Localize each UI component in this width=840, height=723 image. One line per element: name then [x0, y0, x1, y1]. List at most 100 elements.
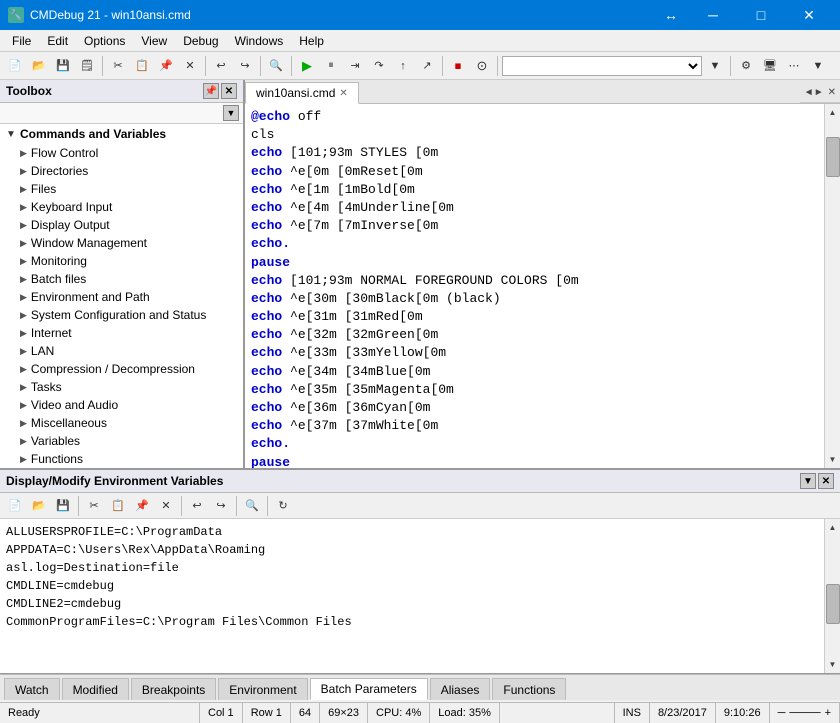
tree-child-variables[interactable]: ▶ Variables — [16, 432, 243, 450]
btab-aliases[interactable]: Aliases — [430, 678, 491, 700]
tree-child-tasks[interactable]: ▶ Tasks — [16, 378, 243, 396]
env-scroll-thumb[interactable] — [826, 584, 840, 624]
tree-child-miscellaneous[interactable]: ▶ Miscellaneous — [16, 414, 243, 432]
tree-child-internet[interactable]: ▶ Internet — [16, 324, 243, 342]
btab-watch[interactable]: Watch — [4, 678, 60, 700]
tree-child-environment-and-path[interactable]: ▶ Environment and Path — [16, 288, 243, 306]
toolbox-header: Toolbox 📌 ✕ — [0, 80, 243, 103]
tab-win10ansi[interactable]: win10ansi.cmd ✕ — [245, 82, 359, 104]
env-open-button[interactable]: 📂 — [28, 495, 50, 517]
env-scrollbar[interactable]: ▲ ▼ — [824, 519, 840, 673]
tree-child-files[interactable]: ▶ Files — [16, 180, 243, 198]
tree-child-window-management[interactable]: ▶ Window Management — [16, 234, 243, 252]
env-paste-button[interactable]: 📌 — [131, 495, 153, 517]
editor-scroll-right[interactable]: ► — [814, 87, 824, 98]
env-refresh-button[interactable]: ↻ — [272, 495, 294, 517]
tree-child-directories[interactable]: ▶ Directories — [16, 162, 243, 180]
trace-button[interactable]: ↗ — [416, 55, 438, 77]
delete-button[interactable]: ✕ — [179, 55, 201, 77]
env-new-button[interactable]: 📄 — [4, 495, 26, 517]
btab-breakpoints[interactable]: Breakpoints — [131, 678, 216, 700]
undo-button[interactable]: ↩ — [210, 55, 232, 77]
arrow-system-config: ▶ — [20, 310, 27, 321]
env-toolbar: 📄 📂 💾 ✂ 📋 📌 ✕ ↩ ↪ 🔍 ↻ — [0, 493, 840, 519]
toolbar-settings-3[interactable]: ⋯ — [783, 55, 805, 77]
tree-child-flow-control[interactable]: ▶ Flow Control — [16, 144, 243, 162]
menu-options[interactable]: Options — [76, 32, 133, 50]
tree-child-tasks-label: Tasks — [31, 380, 62, 394]
tree-child-monitoring[interactable]: ▶ Monitoring — [16, 252, 243, 270]
env-save-button[interactable]: 💾 — [52, 495, 74, 517]
env-search-button[interactable]: 🔍 — [241, 495, 263, 517]
run-button[interactable]: ▶ — [296, 55, 318, 77]
toolbar-settings-1[interactable]: ⚙ — [735, 55, 757, 77]
tree-child-keyboard-input[interactable]: ▶ Keyboard Input — [16, 198, 243, 216]
toolbox-close-button[interactable]: ✕ — [221, 83, 237, 99]
search-button[interactable]: 🔍 — [265, 55, 287, 77]
script-selector[interactable] — [502, 56, 702, 76]
open-button[interactable]: 📂 — [28, 55, 50, 77]
tree-child-system-config[interactable]: ▶ System Configuration and Status — [16, 306, 243, 324]
scroll-thumb[interactable] — [826, 137, 840, 177]
env-scroll-down[interactable]: ▼ — [829, 656, 837, 673]
btab-functions[interactable]: Functions — [492, 678, 566, 700]
tree-child-batch-files[interactable]: ▶ Batch files — [16, 270, 243, 288]
btab-batch-parameters[interactable]: Batch Parameters — [310, 678, 428, 700]
zoom-in-icon[interactable]: + — [825, 707, 831, 719]
env-copy-button[interactable]: 📋 — [107, 495, 129, 517]
menu-windows[interactable]: Windows — [227, 32, 292, 50]
tree-child-video-and-audio[interactable]: ▶ Video and Audio — [16, 396, 243, 414]
scroll-down-arrow[interactable]: ▼ — [829, 451, 837, 468]
editor-close-all[interactable]: ✕ — [828, 87, 836, 98]
env-pin-button[interactable]: ▼ — [800, 473, 816, 489]
save-button[interactable]: 💾 — [52, 55, 74, 77]
close-button[interactable]: ✕ — [786, 0, 832, 30]
zoom-slider[interactable]: ──── — [789, 707, 820, 719]
menu-view[interactable]: View — [133, 32, 175, 50]
env-scroll-up[interactable]: ▲ — [829, 519, 837, 536]
code-editor[interactable]: @echo off cls echo [101;93m STYLES [0m e… — [245, 104, 824, 468]
combo-dropdown[interactable]: ▼ — [704, 55, 726, 77]
tree-child-lan[interactable]: ▶ LAN — [16, 342, 243, 360]
tab-close-button[interactable]: ✕ — [339, 88, 347, 99]
tree-section-commands-header[interactable]: ▼ Commands and Variables — [0, 124, 243, 144]
menu-help[interactable]: Help — [291, 32, 332, 50]
paste-button[interactable]: 📌 — [155, 55, 177, 77]
step-out-button[interactable]: ↑ — [392, 55, 414, 77]
minimize-button[interactable]: ─ — [690, 0, 736, 30]
env-redo-button[interactable]: ↪ — [210, 495, 232, 517]
save-all-button[interactable]: 🗒 — [76, 55, 98, 77]
copy-button[interactable]: 📋 — [131, 55, 153, 77]
env-close-button[interactable]: ✕ — [818, 473, 834, 489]
editor-scroll-left[interactable]: ◄ — [804, 87, 814, 98]
scroll-up-arrow[interactable]: ▲ — [829, 104, 837, 121]
zoom-out-icon[interactable]: ─ — [778, 707, 786, 719]
tree-child-display-output-label: Display Output — [31, 218, 110, 232]
btab-modified[interactable]: Modified — [62, 678, 129, 700]
tree-child-compression[interactable]: ▶ Compression / Decompression — [16, 360, 243, 378]
tree-child-display-output[interactable]: ▶ Display Output — [16, 216, 243, 234]
stop-button[interactable]: ⏹ — [447, 55, 469, 77]
editor-scrollbar[interactable]: ▲ ▼ — [824, 104, 840, 468]
cut-button[interactable]: ✂ — [107, 55, 129, 77]
env-undo-button[interactable]: ↩ — [186, 495, 208, 517]
env-content[interactable]: ALLUSERSPROFILE=C:\ProgramData APPDATA=C… — [0, 519, 824, 673]
redo-button[interactable]: ↪ — [234, 55, 256, 77]
menu-debug[interactable]: Debug — [175, 32, 226, 50]
env-delete-button[interactable]: ✕ — [155, 495, 177, 517]
new-button[interactable]: 📄 — [4, 55, 26, 77]
pause-button[interactable]: ⏸ — [320, 55, 342, 77]
maximize-button[interactable]: □ — [738, 0, 784, 30]
step-button[interactable]: ⇥ — [344, 55, 366, 77]
menu-edit[interactable]: Edit — [39, 32, 76, 50]
menu-file[interactable]: File — [4, 32, 39, 50]
toolbox-dropdown-button[interactable]: ▼ — [223, 105, 239, 121]
toolbar-settings-2[interactable]: 🖥 — [759, 55, 781, 77]
toolbar-dropdown[interactable]: ▼ — [807, 55, 829, 77]
toolbox-pin-button[interactable]: 📌 — [203, 83, 219, 99]
env-cut-button[interactable]: ✂ — [83, 495, 105, 517]
btab-environment[interactable]: Environment — [218, 678, 307, 700]
reset-button[interactable]: ⊙ — [471, 55, 493, 77]
tree-child-functions[interactable]: ▶ Functions — [16, 450, 243, 468]
step-over-button[interactable]: ↷ — [368, 55, 390, 77]
